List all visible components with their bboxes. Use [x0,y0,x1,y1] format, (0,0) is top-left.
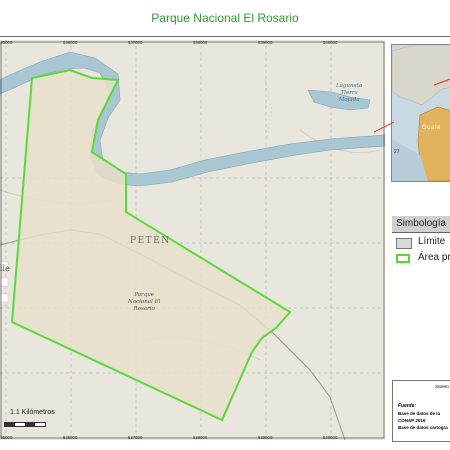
title-bar: Parque Nacional El Rosario [0,0,450,37]
source-line: Base de datos cartogra [398,425,448,430]
main-map[interactable]: 535000 536000 537000 538000 539000 54000… [0,40,385,440]
inset-canvas [392,45,450,181]
map-title: Parque Nacional El Rosario [151,11,299,25]
x-tick-label: 539000 [258,435,273,440]
legend-swatch [396,254,410,263]
legend-item-label: Área pr [418,252,450,263]
x-tick-label: 539000 [258,40,273,45]
x-tick-label: 536000 [63,435,78,440]
x-tick-label: 540000 [323,40,338,45]
x-tick-label: 538000 [193,40,208,45]
park-label: Parque Nacional El Rosario [128,292,160,313]
lagoon-label-line: Mojada [338,97,360,103]
x-tick-label: 535000 [0,40,13,45]
source-box: Sistem Fuente: Base de datos de la CONAP… [392,380,450,442]
park-label-line: Rosario [133,306,155,312]
lagoon-label-line: Laguneta [336,83,363,89]
inset-map[interactable]: Guate 27 [391,44,450,182]
park-label-line: Parque [134,292,155,298]
legend-title: Simbología [396,218,447,229]
source-heading: Fuente: [398,403,417,409]
x-tick-label: 536000 [63,40,78,45]
legend-item-limite: Límite [396,236,450,250]
legend-item-area: Área pr [396,252,450,266]
x-tick-label: 537000 [128,40,143,45]
lagoon-label-line: Tierra [340,90,358,96]
region-label: PETÉN [130,236,171,246]
source-line: Base de datos de la [398,411,441,416]
lagoon-label: Laguneta Tierra Mojada [336,83,362,104]
inset-place-label: Guate [422,125,441,131]
x-tick-label: 540000 [323,435,338,440]
locator-connector [374,121,394,133]
x-tick-label: 538000 [193,435,208,440]
source-line: CONAP 2016 [398,418,426,423]
legend-header: Simbología [392,216,450,233]
map-canvas [0,40,385,440]
scale-label: 1.1 Kilómetros [10,409,55,416]
legend: Simbología Límite Área pr [392,216,450,270]
source-title: Sistem [435,384,449,389]
x-tick-label: 535000 [0,435,13,440]
legend-item-label: Límite [418,236,446,247]
x-tick-label: 537000 [128,435,143,440]
park-label-line: Nacional El [128,299,161,305]
legend-swatch [396,238,412,249]
town-label: lle [0,264,10,273]
scale-bar [4,422,46,427]
inset-number-label: 27 [394,149,400,155]
